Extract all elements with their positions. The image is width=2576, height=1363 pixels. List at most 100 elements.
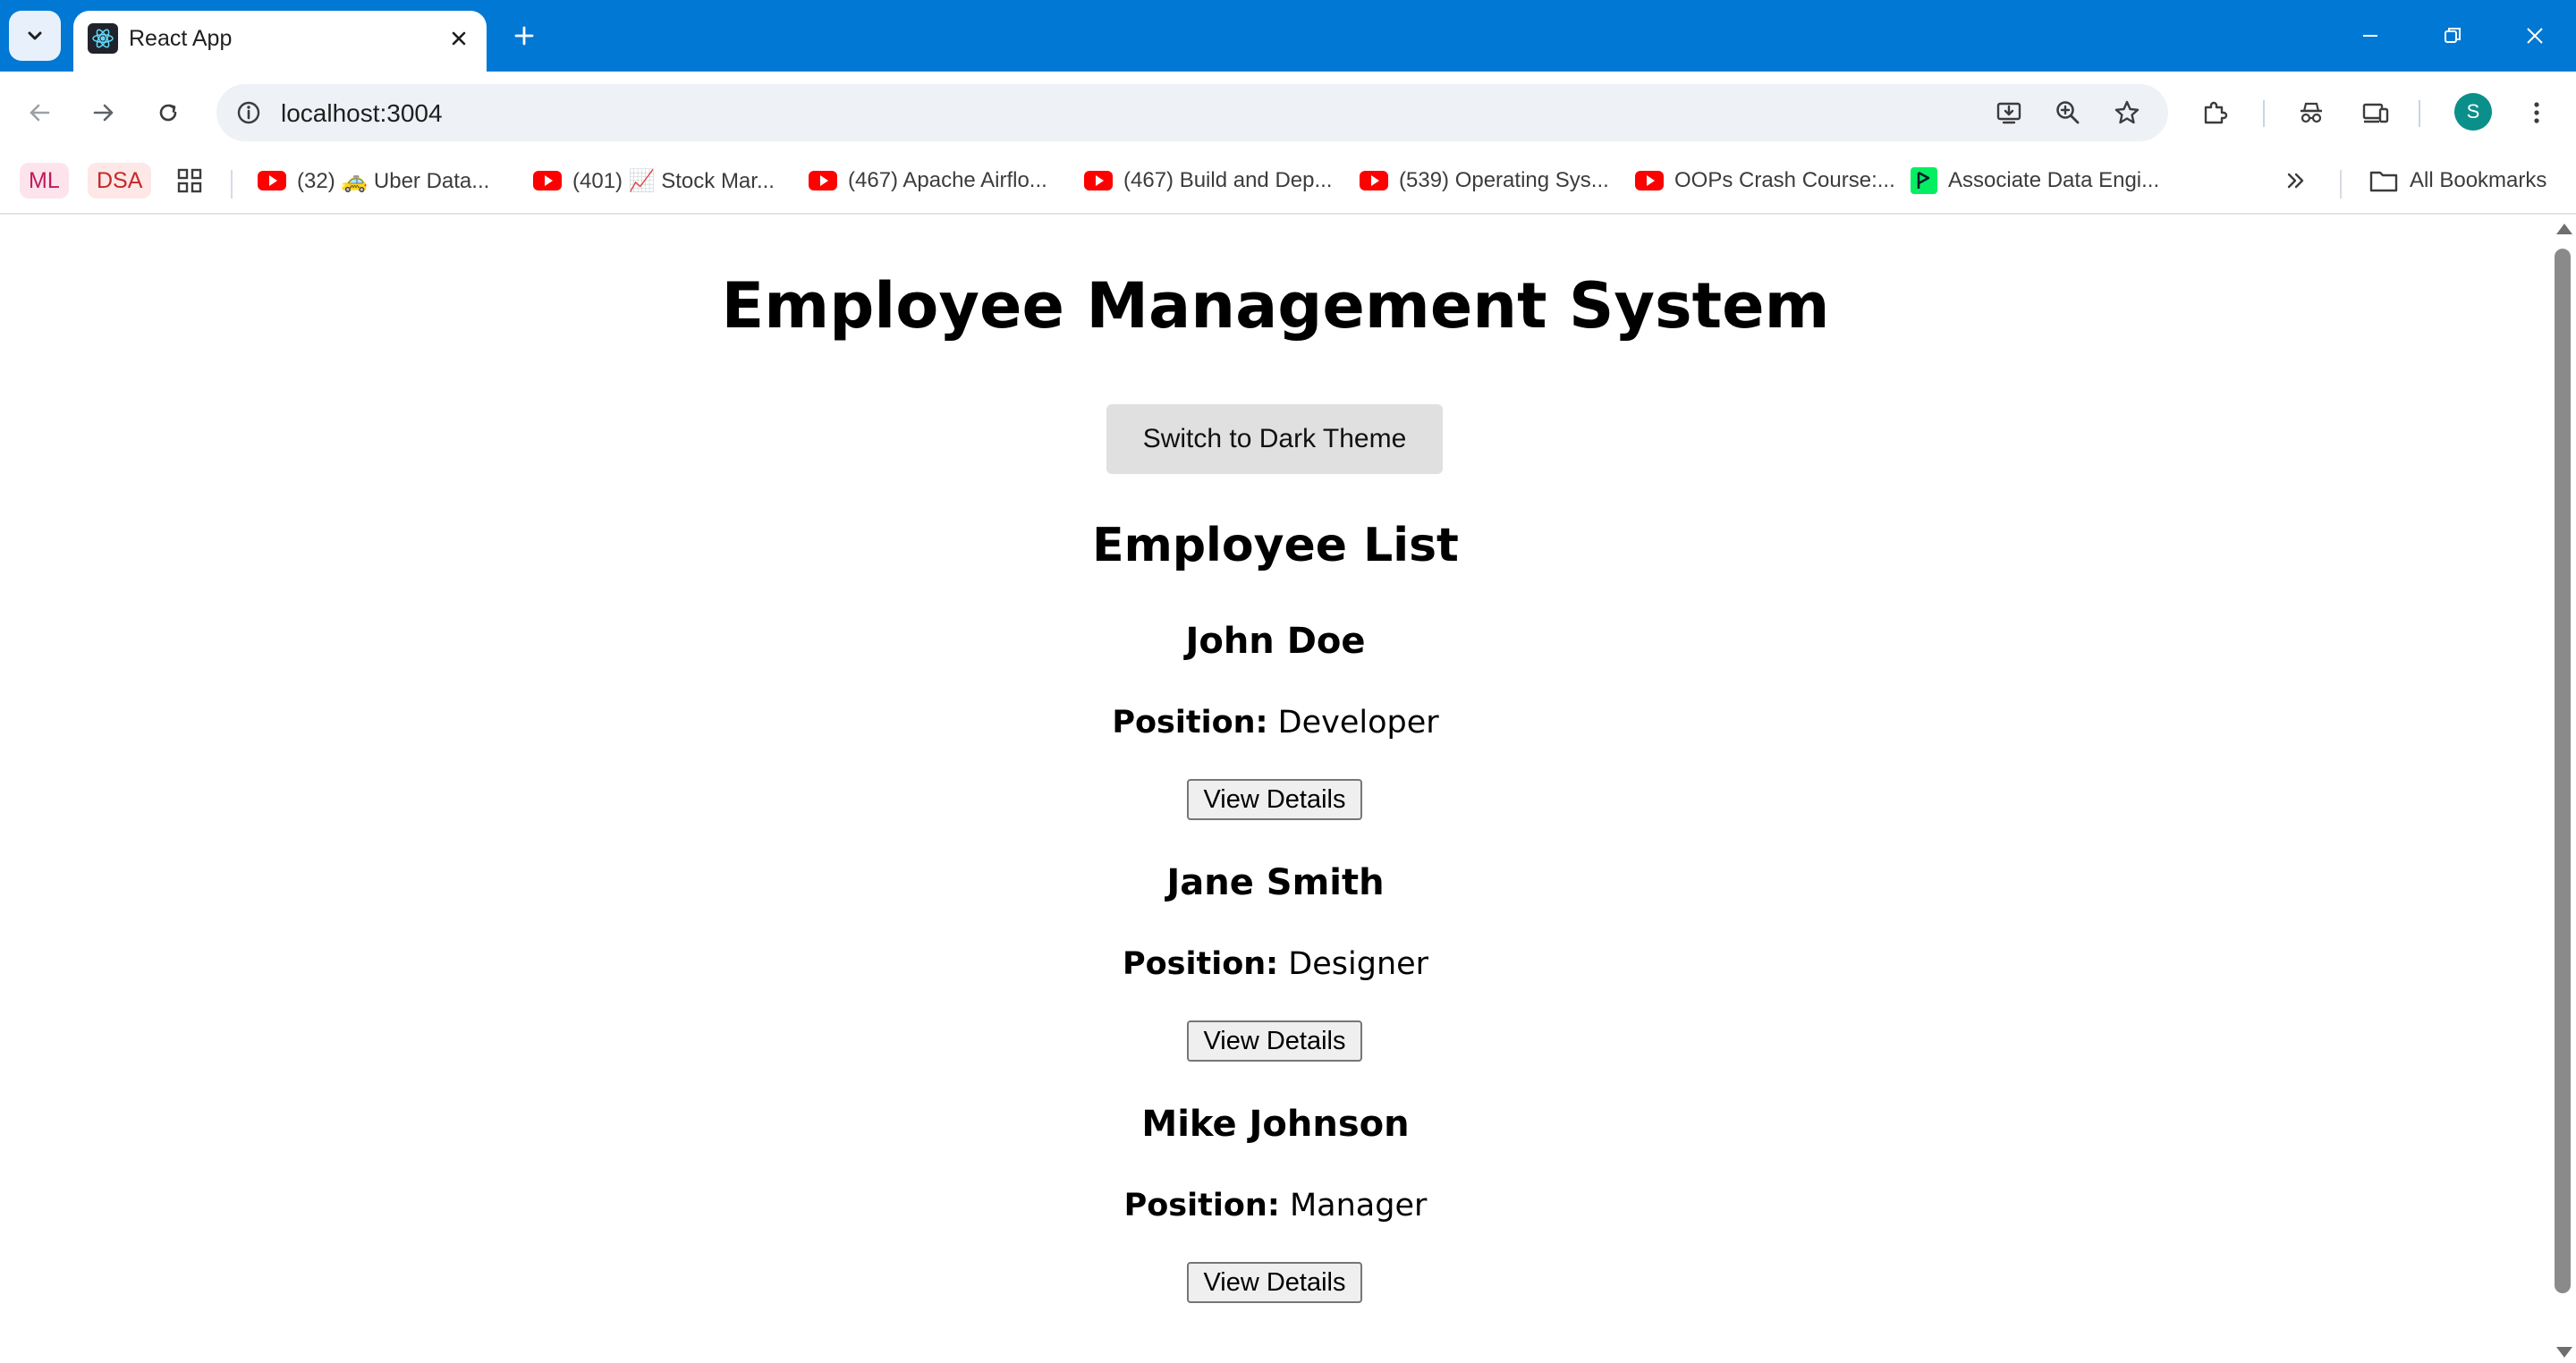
device-toggle-button[interactable] (2354, 91, 2397, 134)
zoom-button[interactable] (2046, 91, 2089, 134)
employee-position: Position: Designer (0, 944, 2551, 984)
apps-button[interactable] (175, 161, 204, 200)
position-label: Position: (1123, 1188, 1280, 1223)
bookmark-item[interactable]: (32) 🚕 Uber Data... (258, 161, 489, 200)
bookmark-star-button[interactable] (2106, 91, 2148, 134)
bookmark-folder-ml[interactable]: ML (20, 163, 69, 199)
star-icon (2114, 100, 2140, 124)
bookmark-label: (467) Apache Airflo... (848, 168, 1047, 192)
page-content: Employee Management System Switch to Dar… (0, 216, 2551, 1363)
arrow-right-icon (93, 104, 114, 122)
active-tab[interactable]: React App (73, 11, 487, 72)
youtube-icon (258, 171, 286, 190)
bookmark-label: Associate Data Engi... (1948, 168, 2160, 192)
close-icon (452, 31, 466, 46)
all-bookmarks-button[interactable]: All Bookmarks (2368, 161, 2546, 200)
restore-icon (2445, 28, 2461, 43)
bookmarks-separator (231, 170, 233, 199)
scroll-down-arrow[interactable] (2556, 1347, 2572, 1358)
reload-icon (159, 104, 177, 122)
chevron-double-right-icon (2287, 173, 2304, 189)
browser-menu-button[interactable] (2515, 91, 2558, 134)
bookmark-item[interactable]: (539) Operating Sys... (1360, 161, 1609, 200)
minimize-icon (2363, 35, 2377, 37)
install-app-button[interactable] (1987, 91, 2030, 134)
bookmark-label: (401) 📈 Stock Mar... (572, 168, 775, 193)
theme-toggle-button[interactable]: Switch to Dark Theme (1106, 404, 1443, 474)
youtube-icon (1084, 171, 1113, 190)
site-info-button[interactable] (227, 91, 270, 134)
view-details-button[interactable]: View Details (1187, 779, 1362, 820)
view-details-button[interactable]: View Details (1187, 1262, 1362, 1303)
incognito-icon (2301, 102, 2322, 123)
tab-title: React App (129, 26, 233, 51)
close-icon (2527, 28, 2543, 44)
bookmarks-separator (2340, 170, 2342, 199)
folder-icon (2369, 171, 2398, 192)
page-scrollbar[interactable] (2551, 216, 2576, 1363)
bookmark-folder-dsa[interactable]: DSA (88, 163, 152, 199)
scrollbar-thumb[interactable] (2555, 249, 2571, 1293)
close-window-button[interactable] (2508, 16, 2562, 55)
all-bookmarks-label: All Bookmarks (2410, 168, 2547, 192)
puzzle-icon (2204, 101, 2228, 124)
bookmark-label: OOPs Crash Course:... (1674, 168, 1895, 192)
install-icon (1996, 102, 2021, 124)
youtube-icon (533, 171, 562, 190)
info-icon (237, 101, 260, 124)
bookmark-item[interactable]: (467) Apache Airflo... (809, 161, 1047, 200)
chevron-down-icon (28, 31, 42, 40)
incognito-button[interactable] (2290, 91, 2333, 134)
bookmark-item[interactable]: OOPs Crash Course:... (1635, 161, 1895, 200)
toolbar-separator (2263, 100, 2265, 127)
arrow-left-icon (30, 104, 50, 122)
plus-icon (514, 26, 534, 46)
url-text[interactable]: localhost:3004 (281, 98, 443, 129)
position-label: Position: (1122, 946, 1279, 982)
more-vertical-icon (2534, 102, 2539, 123)
scroll-up-arrow[interactable] (2556, 224, 2572, 234)
bookmark-label: (467) Build and Dep... (1123, 168, 1333, 192)
position-value: Designer (1288, 946, 1429, 982)
minimize-button[interactable] (2343, 16, 2397, 55)
youtube-icon (1360, 171, 1388, 190)
position-value: Developer (1277, 705, 1439, 741)
apps-grid-icon (177, 168, 202, 193)
employee-list-title: Employee List (1092, 519, 1459, 572)
tab-strip: React App (0, 0, 2576, 72)
profile-avatar[interactable]: S (2454, 93, 2492, 131)
employee-name: John Doe (1185, 621, 1366, 662)
bookmarks-bar: ML DSA (32) 🚕 Uber Data... (401) 📈 Stock… (0, 154, 2576, 215)
employee-name: Jane Smith (1166, 862, 1385, 903)
toolbar-separator (2419, 100, 2420, 127)
zoom-icon (2056, 101, 2080, 124)
bookmark-label: (32) 🚕 Uber Data... (297, 168, 490, 193)
tab-close-button[interactable] (444, 23, 474, 54)
datacamp-icon (1911, 167, 1937, 194)
bookmark-item[interactable]: Associate Data Engi... (1911, 161, 2159, 200)
restore-button[interactable] (2426, 16, 2479, 55)
reload-button[interactable] (147, 91, 190, 134)
back-button[interactable] (18, 91, 61, 134)
devices-icon (2362, 103, 2389, 123)
employee-position: Position: Manager (0, 1186, 2551, 1225)
bookmark-item[interactable]: (401) 📈 Stock Mar... (533, 161, 775, 200)
address-bar[interactable]: localhost:3004 (216, 84, 2168, 141)
react-logo-icon (88, 23, 118, 54)
tab-search-button[interactable] (9, 11, 61, 61)
bookmark-label: (539) Operating Sys... (1399, 168, 1609, 192)
forward-button[interactable] (82, 91, 125, 134)
browser-toolbar: localhost:3004 S (0, 72, 2576, 154)
more-bookmarks-button[interactable] (2283, 161, 2309, 200)
employee-name: Mike Johnson (1141, 1104, 1410, 1145)
youtube-icon (809, 171, 837, 190)
employee-position: Position: Developer (0, 703, 2551, 742)
extensions-button[interactable] (2193, 91, 2236, 134)
youtube-icon (1635, 171, 1664, 190)
bookmark-item[interactable]: (467) Build and Dep... (1084, 161, 1332, 200)
view-details-button[interactable]: View Details (1187, 1020, 1362, 1062)
new-tab-button[interactable] (506, 18, 542, 54)
position-label: Position: (1112, 705, 1268, 741)
position-value: Manager (1289, 1188, 1428, 1223)
page-title: Employee Management System (721, 269, 1830, 343)
